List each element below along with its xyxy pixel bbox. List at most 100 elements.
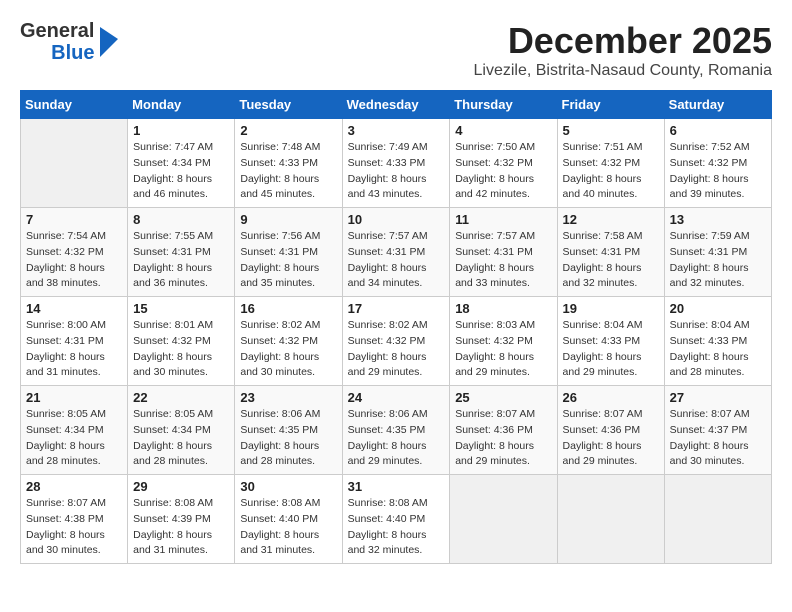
- calendar-day-cell: [21, 119, 128, 208]
- day-info: Sunrise: 7:51 AM Sunset: 4:32 PM Dayligh…: [563, 140, 659, 203]
- day-number: 4: [455, 123, 551, 138]
- day-number: 16: [240, 301, 336, 316]
- day-info: Sunrise: 8:07 AM Sunset: 4:38 PM Dayligh…: [26, 496, 122, 559]
- calendar-day-cell: 25 Sunrise: 8:07 AM Sunset: 4:36 PM Dayli…: [450, 386, 557, 475]
- day-number: 10: [348, 212, 445, 227]
- day-info: Sunrise: 8:03 AM Sunset: 4:32 PM Dayligh…: [455, 318, 551, 381]
- logo-general-text: General: [20, 20, 94, 42]
- day-info: Sunrise: 8:06 AM Sunset: 4:35 PM Dayligh…: [348, 407, 445, 470]
- page-header: General Blue December 2025 Livezile, Bis…: [20, 20, 772, 80]
- calendar-day-cell: 18 Sunrise: 8:03 AM Sunset: 4:32 PM Dayli…: [450, 297, 557, 386]
- calendar-day-cell: 14Sunrise: 8:00 AM Sunset: 4:31 PM Dayli…: [21, 297, 128, 386]
- day-number: 24: [348, 390, 445, 405]
- day-info: Sunrise: 8:07 AM Sunset: 4:37 PM Dayligh…: [670, 407, 766, 470]
- calendar-day-cell: [557, 475, 664, 564]
- day-info: Sunrise: 8:02 AM Sunset: 4:32 PM Dayligh…: [348, 318, 445, 381]
- day-info: Sunrise: 7:57 AM Sunset: 4:31 PM Dayligh…: [348, 229, 445, 292]
- day-number: 7: [26, 212, 122, 227]
- day-info: Sunrise: 7:48 AM Sunset: 4:33 PM Dayligh…: [240, 140, 336, 203]
- logo: General Blue: [20, 20, 118, 64]
- calendar-day-cell: [450, 475, 557, 564]
- day-number: 17: [348, 301, 445, 316]
- calendar-week-row: 14Sunrise: 8:00 AM Sunset: 4:31 PM Dayli…: [21, 297, 772, 386]
- calendar-week-row: 28Sunrise: 8:07 AM Sunset: 4:38 PM Dayli…: [21, 475, 772, 564]
- day-number: 18: [455, 301, 551, 316]
- day-number: 8: [133, 212, 229, 227]
- weekday-header-cell: Sunday: [21, 91, 128, 119]
- calendar-day-cell: 20 Sunrise: 8:04 AM Sunset: 4:33 PM Dayli…: [664, 297, 771, 386]
- calendar-day-cell: 10 Sunrise: 7:57 AM Sunset: 4:31 PM Dayli…: [342, 208, 450, 297]
- calendar-day-cell: 6 Sunrise: 7:52 AM Sunset: 4:32 PM Daylig…: [664, 119, 771, 208]
- day-info: Sunrise: 8:08 AM Sunset: 4:40 PM Dayligh…: [348, 496, 445, 559]
- day-info: Sunrise: 8:08 AM Sunset: 4:40 PM Dayligh…: [240, 496, 336, 559]
- day-number: 29: [133, 479, 229, 494]
- day-info: Sunrise: 8:04 AM Sunset: 4:33 PM Dayligh…: [670, 318, 766, 381]
- calendar-day-cell: 3 Sunrise: 7:49 AM Sunset: 4:33 PM Daylig…: [342, 119, 450, 208]
- calendar-day-cell: 11Sunrise: 7:57 AM Sunset: 4:31 PM Dayli…: [450, 208, 557, 297]
- calendar-day-cell: 9Sunrise: 7:56 AM Sunset: 4:31 PM Daylig…: [235, 208, 342, 297]
- day-number: 15: [133, 301, 229, 316]
- calendar-day-cell: 23 Sunrise: 8:06 AM Sunset: 4:35 PM Dayli…: [235, 386, 342, 475]
- calendar-day-cell: 28Sunrise: 8:07 AM Sunset: 4:38 PM Dayli…: [21, 475, 128, 564]
- calendar-day-cell: 27Sunrise: 8:07 AM Sunset: 4:37 PM Dayli…: [664, 386, 771, 475]
- day-number: 20: [670, 301, 766, 316]
- day-info: Sunrise: 7:57 AM Sunset: 4:31 PM Dayligh…: [455, 229, 551, 292]
- day-number: 6: [670, 123, 766, 138]
- day-number: 30: [240, 479, 336, 494]
- calendar-header-row: SundayMondayTuesdayWednesdayThursdayFrid…: [21, 91, 772, 119]
- day-info: Sunrise: 8:07 AM Sunset: 4:36 PM Dayligh…: [455, 407, 551, 470]
- calendar-day-cell: 29 Sunrise: 8:08 AM Sunset: 4:39 PM Dayli…: [128, 475, 235, 564]
- day-info: Sunrise: 7:54 AM Sunset: 4:32 PM Dayligh…: [26, 229, 122, 292]
- calendar-day-cell: 31 Sunrise: 8:08 AM Sunset: 4:40 PM Dayli…: [342, 475, 450, 564]
- day-number: 13: [670, 212, 766, 227]
- day-info: Sunrise: 7:59 AM Sunset: 4:31 PM Dayligh…: [670, 229, 766, 292]
- calendar-day-cell: 8 Sunrise: 7:55 AM Sunset: 4:31 PM Daylig…: [128, 208, 235, 297]
- calendar-week-row: 21Sunrise: 8:05 AM Sunset: 4:34 PM Dayli…: [21, 386, 772, 475]
- day-number: 1: [133, 123, 229, 138]
- day-number: 2: [240, 123, 336, 138]
- day-info: Sunrise: 8:02 AM Sunset: 4:32 PM Dayligh…: [240, 318, 336, 381]
- day-info: Sunrise: 8:06 AM Sunset: 4:35 PM Dayligh…: [240, 407, 336, 470]
- calendar-day-cell: 7 Sunrise: 7:54 AM Sunset: 4:32 PM Daylig…: [21, 208, 128, 297]
- calendar-day-cell: [664, 475, 771, 564]
- calendar-day-cell: 24 Sunrise: 8:06 AM Sunset: 4:35 PM Dayli…: [342, 386, 450, 475]
- day-number: 23: [240, 390, 336, 405]
- calendar-day-cell: 30 Sunrise: 8:08 AM Sunset: 4:40 PM Dayli…: [235, 475, 342, 564]
- day-info: Sunrise: 7:58 AM Sunset: 4:31 PM Dayligh…: [563, 229, 659, 292]
- calendar-day-cell: 17 Sunrise: 8:02 AM Sunset: 4:32 PM Dayli…: [342, 297, 450, 386]
- calendar-day-cell: 22Sunrise: 8:05 AM Sunset: 4:34 PM Dayli…: [128, 386, 235, 475]
- weekday-header-cell: Wednesday: [342, 91, 450, 119]
- day-info: Sunrise: 7:49 AM Sunset: 4:33 PM Dayligh…: [348, 140, 445, 203]
- day-info: Sunrise: 8:08 AM Sunset: 4:39 PM Dayligh…: [133, 496, 229, 559]
- logo-blue-text: Blue: [51, 42, 94, 64]
- calendar-day-cell: 5 Sunrise: 7:51 AM Sunset: 4:32 PM Daylig…: [557, 119, 664, 208]
- calendar-day-cell: 2 Sunrise: 7:48 AM Sunset: 4:33 PM Daylig…: [235, 119, 342, 208]
- day-info: Sunrise: 7:50 AM Sunset: 4:32 PM Dayligh…: [455, 140, 551, 203]
- calendar-day-cell: 26Sunrise: 8:07 AM Sunset: 4:36 PM Dayli…: [557, 386, 664, 475]
- day-info: Sunrise: 8:00 AM Sunset: 4:31 PM Dayligh…: [26, 318, 122, 381]
- day-info: Sunrise: 8:01 AM Sunset: 4:32 PM Dayligh…: [133, 318, 229, 381]
- weekday-header-cell: Thursday: [450, 91, 557, 119]
- day-info: Sunrise: 8:07 AM Sunset: 4:36 PM Dayligh…: [563, 407, 659, 470]
- day-number: 12: [563, 212, 659, 227]
- calendar-day-cell: 1Sunrise: 7:47 AM Sunset: 4:34 PM Daylig…: [128, 119, 235, 208]
- calendar-week-row: 7 Sunrise: 7:54 AM Sunset: 4:32 PM Daylig…: [21, 208, 772, 297]
- day-number: 3: [348, 123, 445, 138]
- day-info: Sunrise: 8:05 AM Sunset: 4:34 PM Dayligh…: [26, 407, 122, 470]
- calendar-day-cell: 4 Sunrise: 7:50 AM Sunset: 4:32 PM Daylig…: [450, 119, 557, 208]
- weekday-header-cell: Saturday: [664, 91, 771, 119]
- month-title: December 2025: [474, 20, 773, 62]
- calendar-day-cell: 13 Sunrise: 7:59 AM Sunset: 4:31 PM Dayli…: [664, 208, 771, 297]
- weekday-header-cell: Monday: [128, 91, 235, 119]
- logo-icon: [96, 27, 118, 57]
- day-number: 5: [563, 123, 659, 138]
- day-info: Sunrise: 7:55 AM Sunset: 4:31 PM Dayligh…: [133, 229, 229, 292]
- day-number: 9: [240, 212, 336, 227]
- day-info: Sunrise: 8:05 AM Sunset: 4:34 PM Dayligh…: [133, 407, 229, 470]
- day-info: Sunrise: 7:52 AM Sunset: 4:32 PM Dayligh…: [670, 140, 766, 203]
- weekday-header-cell: Tuesday: [235, 91, 342, 119]
- day-number: 25: [455, 390, 551, 405]
- day-number: 31: [348, 479, 445, 494]
- calendar-day-cell: 16 Sunrise: 8:02 AM Sunset: 4:32 PM Dayli…: [235, 297, 342, 386]
- day-number: 19: [563, 301, 659, 316]
